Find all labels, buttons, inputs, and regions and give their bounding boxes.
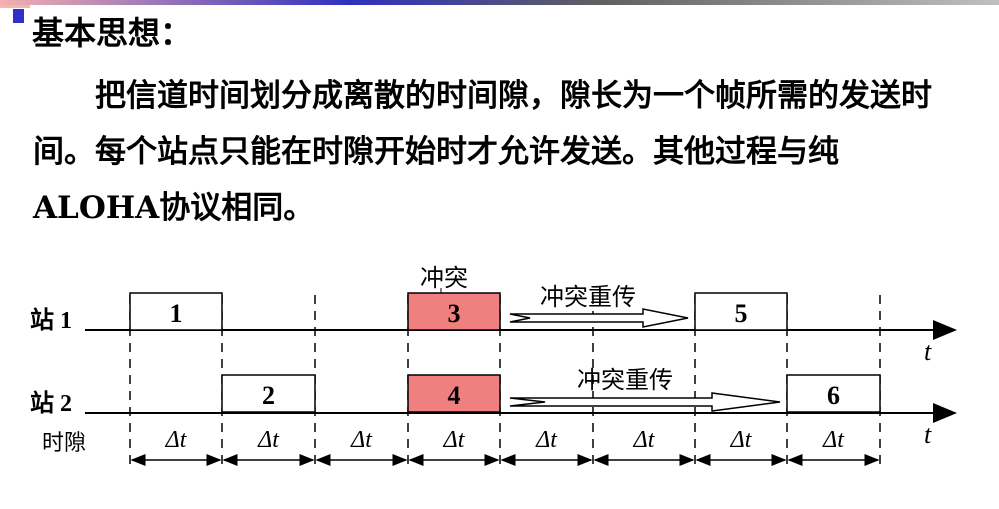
retransmit-arrow-1: 冲突重传	[509, 284, 689, 328]
retransmit-label-2: 冲突重传	[577, 367, 673, 394]
delta-t-label: Δt	[730, 427, 753, 453]
slot-interval: Δt	[130, 427, 222, 466]
slot-interval: Δt	[408, 427, 500, 466]
delta-t-label: Δt	[633, 427, 656, 453]
frame-number: 3	[448, 299, 461, 328]
frame-4: 4	[407, 374, 501, 413]
station1-label: 站 1	[30, 307, 72, 334]
delta-t-label: Δt	[822, 427, 845, 453]
delta-t-label: Δt	[165, 427, 188, 453]
slide: 基本思想： 把信道时间划分成离散的时间隙，隙长为一个帧所需的发送时间。每个站点只…	[0, 0, 999, 509]
frame-5: 5	[694, 292, 788, 331]
station2-label: 站 2	[30, 390, 72, 417]
slot-interval: Δt	[315, 427, 408, 466]
frame-3: 3	[407, 292, 501, 331]
retransmit-label-1: 冲突重传	[540, 284, 636, 311]
collision-label: 冲突	[420, 265, 468, 292]
time-label-1: t	[924, 337, 932, 366]
slot-interval: Δt	[500, 427, 593, 466]
frame-number: 5	[735, 299, 748, 328]
delta-t-label: Δt	[257, 427, 280, 453]
frame-2: 2	[221, 374, 316, 413]
frame-number: 1	[170, 299, 183, 328]
slot-interval: Δt	[695, 427, 787, 466]
slot-interval: Δt	[222, 427, 315, 466]
slot-label: 时隙	[42, 430, 86, 455]
frame-number: 4	[448, 381, 461, 410]
delta-t-label: Δt	[350, 427, 373, 453]
frame-6: 6	[786, 374, 881, 413]
delta-t-label: Δt	[443, 427, 466, 453]
slot-interval: Δt	[787, 427, 880, 466]
time-label-2: t	[924, 420, 932, 449]
frame-1: 1	[129, 292, 223, 331]
frames: 1 2 3 4 5 6	[129, 292, 881, 413]
retransmit-arrow-2: 冲突重传	[509, 367, 781, 412]
frame-number: 2	[262, 381, 275, 410]
slot-intervals: Δt Δt Δt Δt Δt Δt Δt Δt	[130, 427, 880, 466]
slot-interval: Δt	[593, 427, 695, 466]
frame-number: 6	[827, 381, 840, 410]
slotted-aloha-diagram: 站 1 站 2 时隙 t t 123456 冲突 冲突重传 冲突重传 Δt Δt Δ…	[30, 265, 957, 470]
delta-t-label: Δt	[535, 427, 558, 453]
